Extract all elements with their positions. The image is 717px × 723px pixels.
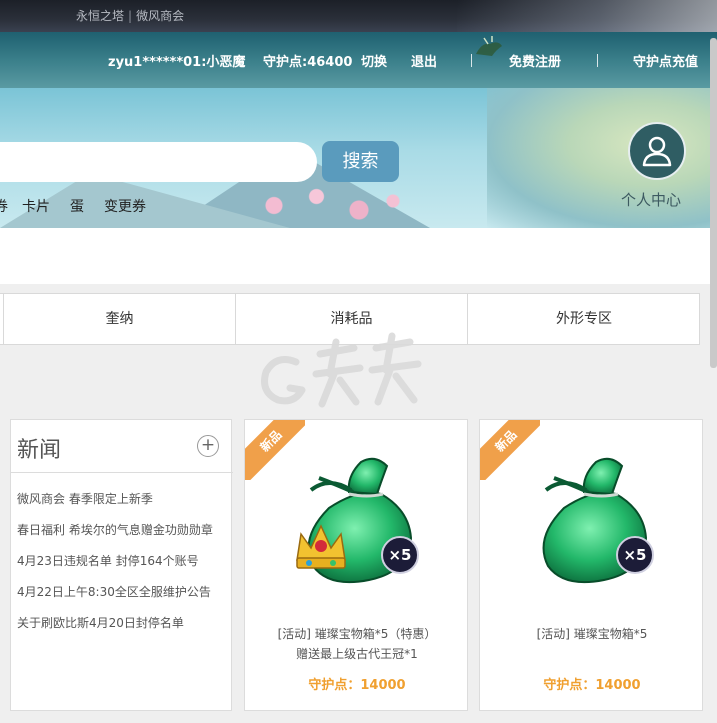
product-name[interactable]: [活动] 璀璨宝物箱*5（特惠） — [245, 624, 467, 644]
quick-link-cut[interactable]: 券 — [0, 196, 8, 216]
user-center-label[interactable]: 个人中心 — [621, 189, 681, 210]
top-link-aion[interactable]: 永恒之塔 — [76, 9, 124, 23]
logout-link[interactable]: 退出 — [411, 51, 437, 70]
account-name: zyu1******01:小恶魔 — [108, 55, 246, 70]
top-links: 永恒之塔 | 微风商会 — [76, 9, 185, 23]
news-item[interactable]: 春日福利 希埃尔的气息赠金功勋勋章 — [17, 521, 213, 538]
news-item[interactable]: 关于刷欧比斯4月20日封停名单 — [17, 614, 184, 631]
quick-link-change-tickets[interactable]: 变更券 — [104, 196, 146, 216]
quantity-badge: ×5 — [381, 536, 419, 574]
quick-link-eggs[interactable]: 蛋 — [70, 196, 84, 216]
scrollbar[interactable] — [710, 38, 717, 368]
news-item[interactable]: 4月23日违规名单 封停164个账号 — [17, 552, 199, 569]
product-card[interactable]: 新品 ×5 [活动] 璀璨宝物箱*5（特惠） 赠送最上级古代王冠*1 守护点：1… — [244, 419, 468, 711]
blossom-decoration — [240, 183, 410, 228]
divider — [11, 472, 233, 473]
lamp-icon — [476, 36, 502, 56]
top-decoration — [457, 0, 717, 32]
product-name[interactable]: [活动] 璀璨宝物箱*5 — [480, 624, 702, 644]
user-bar: zyu1******01:小恶魔 守护点:46400 切换 退出 免费注册 守护… — [0, 32, 717, 88]
product-price: 守护点：14000 — [543, 678, 641, 693]
spacer-strip — [0, 228, 717, 284]
news-item[interactable]: 4月22日上午8:30全区全服维护公告 — [17, 583, 211, 600]
news-item[interactable]: 微风商会 春季限定上新季 — [17, 490, 153, 507]
register-link[interactable]: 免费注册 — [509, 51, 561, 70]
divider — [597, 54, 598, 67]
recharge-link[interactable]: 守护点充值 — [633, 51, 698, 70]
product-price: 守护点：14000 — [308, 678, 406, 693]
tab-appearance[interactable]: 外形专区 — [467, 294, 700, 344]
tab-kina[interactable]: 奎纳 — [3, 294, 235, 344]
user-center-button[interactable] — [628, 122, 686, 180]
quick-link-cards[interactable]: 卡片 — [22, 196, 50, 216]
watermark-logo — [261, 332, 422, 408]
user-icon — [642, 136, 672, 167]
news-panel: 新闻 + 微风商会 春季限定上新季 春日福利 希埃尔的气息赠金功勋勋章 4月23… — [10, 419, 233, 711]
points-balance: 守护点:46400 — [263, 55, 353, 70]
top-link-shop[interactable]: 微风商会 — [136, 9, 184, 23]
plus-icon[interactable]: + — [197, 435, 219, 457]
switch-link[interactable]: 切换 — [361, 51, 387, 70]
top-strip: 永恒之塔 | 微风商会 — [0, 0, 717, 32]
product-subtitle: 赠送最上级古代王冠*1 — [296, 647, 418, 661]
crown-icon — [296, 524, 346, 569]
quantity-badge: ×5 — [616, 536, 654, 574]
search-button[interactable]: 搜索 — [322, 141, 399, 182]
search-input[interactable] — [0, 142, 317, 182]
product-card[interactable]: 新品 ×5 [活动] 璀璨宝物箱*5 守护点：14000 — [479, 419, 703, 711]
news-title: 新闻 — [17, 438, 62, 463]
